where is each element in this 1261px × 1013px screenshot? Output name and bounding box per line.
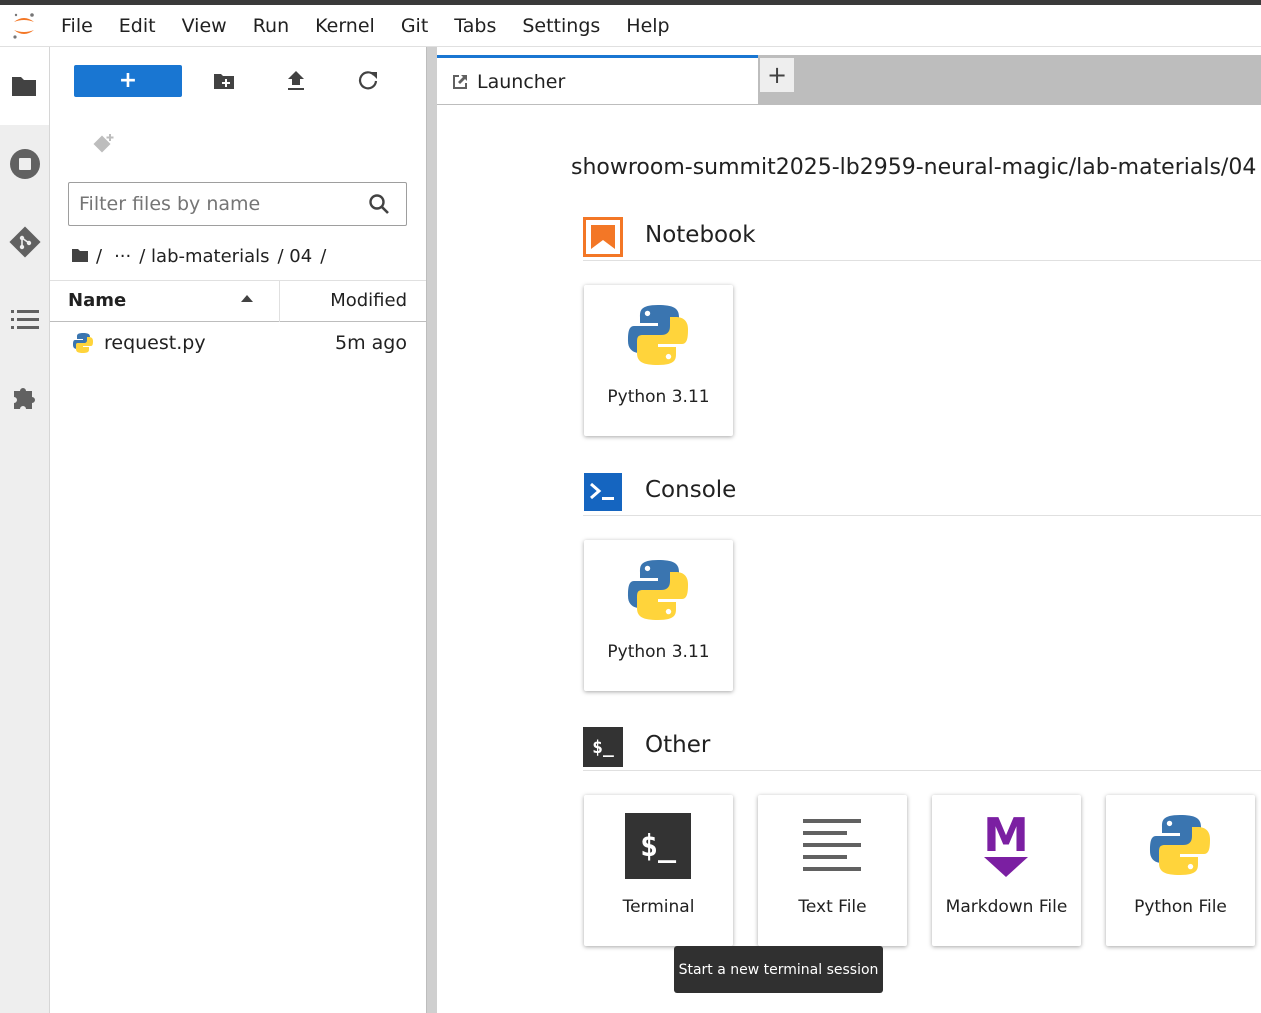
launcher-tab-icon xyxy=(451,73,469,91)
section-title: Console xyxy=(645,477,737,503)
sort-ascending-icon xyxy=(241,295,253,302)
file-name: request.py xyxy=(104,332,206,354)
activity-bar xyxy=(0,47,50,1013)
home-folder-icon[interactable] xyxy=(72,246,88,267)
menu-view[interactable]: View xyxy=(169,5,240,47)
jupyter-logo-icon[interactable] xyxy=(0,5,48,47)
markdown-glyph: M xyxy=(983,808,1029,862)
launcher-card-notebook-python[interactable]: Python 3.11 xyxy=(584,285,733,436)
menu-bar: File Edit View Run Kernel Git Tabs Setti… xyxy=(0,5,1261,47)
filter-files-input[interactable] xyxy=(69,193,349,215)
panel-splitter[interactable] xyxy=(426,47,437,1013)
file-browser-panel: + / ··· / lab-materials / 04 / Name Modi… xyxy=(50,47,426,1013)
launcher-path: showroom-summit2025-lb2959-neural-magic/… xyxy=(571,155,1257,180)
new-folder-icon[interactable] xyxy=(210,67,238,95)
file-modified: 5m ago xyxy=(335,332,407,354)
tab-launcher-label: Launcher xyxy=(477,70,566,93)
menu-edit[interactable]: Edit xyxy=(106,5,169,47)
tab-bar: Launcher + xyxy=(437,47,1261,105)
menu-kernel[interactable]: Kernel xyxy=(302,5,388,47)
card-label: Markdown File xyxy=(945,897,1068,917)
section-console: Console xyxy=(583,468,1261,516)
terminal-glyph: $_ xyxy=(639,828,677,864)
launcher-card-text-file[interactable]: Text File xyxy=(758,795,907,946)
menu-tabs[interactable]: Tabs xyxy=(441,5,509,47)
plus-icon: + xyxy=(118,68,138,93)
launcher-panel: showroom-summit2025-lb2959-neural-magic/… xyxy=(437,105,1261,1013)
card-label: Python 3.11 xyxy=(607,387,710,407)
refresh-icon[interactable] xyxy=(354,67,382,95)
upload-icon[interactable] xyxy=(282,67,310,95)
tab-launcher[interactable]: Launcher xyxy=(437,55,758,105)
column-modified-header[interactable]: Modified xyxy=(280,280,426,322)
folder-icon[interactable] xyxy=(0,47,49,125)
file-filter-box xyxy=(68,182,407,226)
python-logo-icon xyxy=(624,301,692,369)
menu-run[interactable]: Run xyxy=(240,5,302,47)
console-icon xyxy=(583,472,623,512)
breadcrumb-ellipsis[interactable]: ··· xyxy=(114,246,131,267)
section-title: Other xyxy=(645,732,711,758)
card-label: Python File xyxy=(1134,897,1227,917)
python-file-icon xyxy=(1146,811,1214,879)
menu-settings[interactable]: Settings xyxy=(509,5,613,47)
list-icon[interactable] xyxy=(0,281,49,359)
menu-help[interactable]: Help xyxy=(613,5,682,47)
terminal-glyph: $_ xyxy=(592,736,614,758)
card-label: Terminal xyxy=(622,897,695,917)
plus-icon: + xyxy=(766,61,788,89)
section-title: Notebook xyxy=(645,222,756,248)
menu-git[interactable]: Git xyxy=(388,5,441,47)
new-launcher-button[interactable]: + xyxy=(74,65,182,97)
section-other: $_ Other xyxy=(583,723,1261,771)
breadcrumb-trailing-slash: / xyxy=(320,245,327,267)
git-icon[interactable] xyxy=(0,203,49,281)
python-logo-icon xyxy=(624,556,692,624)
column-name-label: Name xyxy=(68,290,127,311)
card-label: Python 3.11 xyxy=(607,642,710,662)
breadcrumb-lab-materials[interactable]: / lab-materials xyxy=(139,246,269,267)
card-label: Text File xyxy=(798,897,867,917)
section-notebook: Notebook xyxy=(583,213,1261,261)
file-list-item[interactable]: request.py 5m ago xyxy=(50,324,426,362)
add-tab-button[interactable]: + xyxy=(759,57,795,93)
column-modified-label: Modified xyxy=(330,290,407,311)
puzzle-icon[interactable] xyxy=(0,359,49,437)
markdown-icon: M xyxy=(972,811,1040,879)
menu-file[interactable]: File xyxy=(48,5,106,47)
terminal-tooltip: Start a new terminal session xyxy=(674,946,883,993)
git-clone-icon[interactable] xyxy=(88,129,118,159)
launcher-card-markdown-file[interactable]: M Markdown File xyxy=(932,795,1081,946)
text-file-icon xyxy=(798,811,866,879)
breadcrumb: / ··· / lab-materials / 04 / xyxy=(72,243,334,269)
column-name-header[interactable]: Name xyxy=(50,280,280,322)
notebook-icon xyxy=(583,217,623,257)
launcher-card-console-python[interactable]: Python 3.11 xyxy=(584,540,733,691)
launcher-card-terminal[interactable]: $_ Terminal xyxy=(584,795,733,946)
breadcrumb-04[interactable]: / 04 xyxy=(278,246,313,267)
file-list-header: Name Modified xyxy=(50,280,426,322)
search-icon xyxy=(368,193,390,219)
terminal-icon: $_ xyxy=(625,813,691,879)
launcher-card-python-file[interactable]: Python File xyxy=(1106,795,1255,946)
stop-circle-icon[interactable] xyxy=(0,125,49,203)
breadcrumb-root[interactable]: / xyxy=(96,246,102,267)
other-terminal-icon: $_ xyxy=(583,727,623,767)
python-file-icon xyxy=(72,332,94,358)
